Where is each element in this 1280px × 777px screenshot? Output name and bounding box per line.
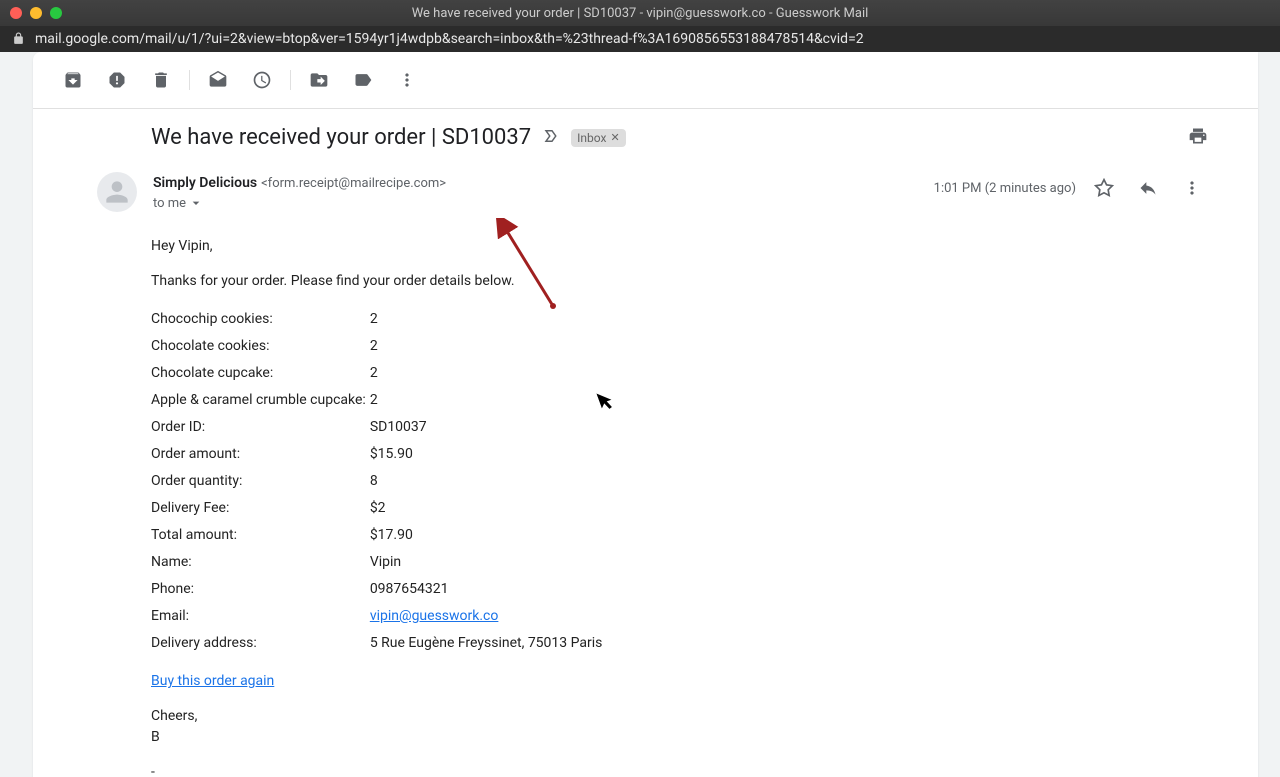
labels-button[interactable] [343,62,383,98]
close-window-button[interactable] [10,7,22,19]
row-label: Order ID: [151,414,370,441]
inbox-label-chip[interactable]: Inbox ✕ [571,129,626,147]
chevron-down-icon [188,195,204,211]
signoff-line1: Cheers, [151,706,1208,727]
greeting: Hey Vipin, [151,236,1208,257]
importance-marker-icon[interactable] [543,127,561,149]
email-link[interactable]: vipin@guesswork.co [370,608,499,624]
row-value: 2 [370,333,609,360]
row-label: Order amount: [151,441,370,468]
email-body: Hey Vipin, Thanks for your order. Please… [33,212,1258,777]
table-row: Chocochip cookies:2 [151,306,608,333]
table-row: Chocolate cupcake:2 [151,360,608,387]
spam-button[interactable] [97,62,137,98]
row-value: 2 [370,306,609,333]
row-label: Order quantity: [151,468,370,495]
table-row: Total amount:$17.90 [151,522,608,549]
table-row: Order quantity:8 [151,468,608,495]
intro-text: Thanks for your order. Please find your … [151,271,1208,292]
row-value: $2 [370,495,609,522]
buy-again-link[interactable]: Buy this order again [151,673,274,689]
more-message-button[interactable] [1176,172,1208,204]
row-label: Delivery Fee: [151,495,370,522]
fullscreen-window-button[interactable] [50,7,62,19]
row-value: 8 [370,468,609,495]
email-subject: We have received your order | SD10037 [151,125,531,150]
content-area: We have received your order | SD10037 In… [0,52,1280,777]
table-row: Phone:0987654321 [151,576,608,603]
subject-row: We have received your order | SD10037 In… [33,109,1258,158]
sender-name: Simply Delicious [153,175,257,191]
table-row: Delivery Fee:$2 [151,495,608,522]
row-label: Delivery address: [151,630,370,657]
sender-email: <form.receipt@mailrecipe.com> [261,176,446,191]
snooze-button[interactable] [242,62,282,98]
label-text: Inbox [577,131,606,145]
archive-button[interactable] [53,62,93,98]
signature-dash: - [151,762,1208,777]
row-value: Vipin [370,549,609,576]
row-label: Apple & caramel crumble cupcake: [151,387,370,414]
table-row: Apple & caramel crumble cupcake:2 [151,387,608,414]
row-label: Name: [151,549,370,576]
row-label: Phone: [151,576,370,603]
email-card: We have received your order | SD10037 In… [33,52,1258,777]
row-value: SD10037 [370,414,609,441]
row-value: 5 Rue Eugène Freyssinet, 75013 Paris [370,630,609,657]
window-title: We have received your order | SD10037 - … [0,6,1280,21]
row-value: 2 [370,387,609,414]
recipient-line[interactable]: to me [153,195,918,211]
row-label: Chocolate cookies: [151,333,370,360]
table-row: Chocolate cookies:2 [151,333,608,360]
table-row: Delivery address:5 Rue Eugène Freyssinet… [151,630,608,657]
traffic-lights [10,7,62,19]
timestamp: 1:01 PM (2 minutes ago) [934,181,1076,196]
table-row: Email:vipin@guesswork.co [151,603,608,630]
row-label: Email: [151,603,370,630]
row-value: 2 [370,360,609,387]
table-row: Name:Vipin [151,549,608,576]
more-button[interactable] [387,62,427,98]
row-label: Total amount: [151,522,370,549]
sender-info: Simply Delicious <form.receipt@mailrecip… [153,172,918,211]
remove-label-icon[interactable]: ✕ [610,131,619,144]
minimize-window-button[interactable] [30,7,42,19]
window-title-bar: We have received your order | SD10037 - … [0,0,1280,26]
row-value: $15.90 [370,441,609,468]
row-label: Chocolate cupcake: [151,360,370,387]
browser-address-bar: mail.google.com/mail/u/1/?ui=2&view=btop… [0,26,1280,52]
move-to-button[interactable] [299,62,339,98]
reply-button[interactable] [1132,172,1164,204]
to-text: to me [153,196,186,211]
print-button[interactable] [1188,126,1208,150]
mark-unread-button[interactable] [198,62,238,98]
delete-button[interactable] [141,62,181,98]
table-row: Order ID:SD10037 [151,414,608,441]
row-value: 0987654321 [370,576,609,603]
email-meta: 1:01 PM (2 minutes ago) [934,172,1208,204]
toolbar-separator [189,70,190,90]
email-toolbar [33,52,1258,109]
star-button[interactable] [1088,172,1120,204]
row-label: Chocochip cookies: [151,306,370,333]
sender-row: Simply Delicious <form.receipt@mailrecip… [33,158,1258,212]
toolbar-separator [290,70,291,90]
table-row: Order amount:$15.90 [151,441,608,468]
signoff-line2: B [151,727,1208,748]
row-value: vipin@guesswork.co [370,603,609,630]
sender-avatar[interactable] [97,172,137,212]
row-value: $17.90 [370,522,609,549]
url-text[interactable]: mail.google.com/mail/u/1/?ui=2&view=btop… [35,31,864,47]
order-details-table: Chocochip cookies:2Chocolate cookies:2Ch… [151,306,608,657]
lock-icon [12,30,25,49]
